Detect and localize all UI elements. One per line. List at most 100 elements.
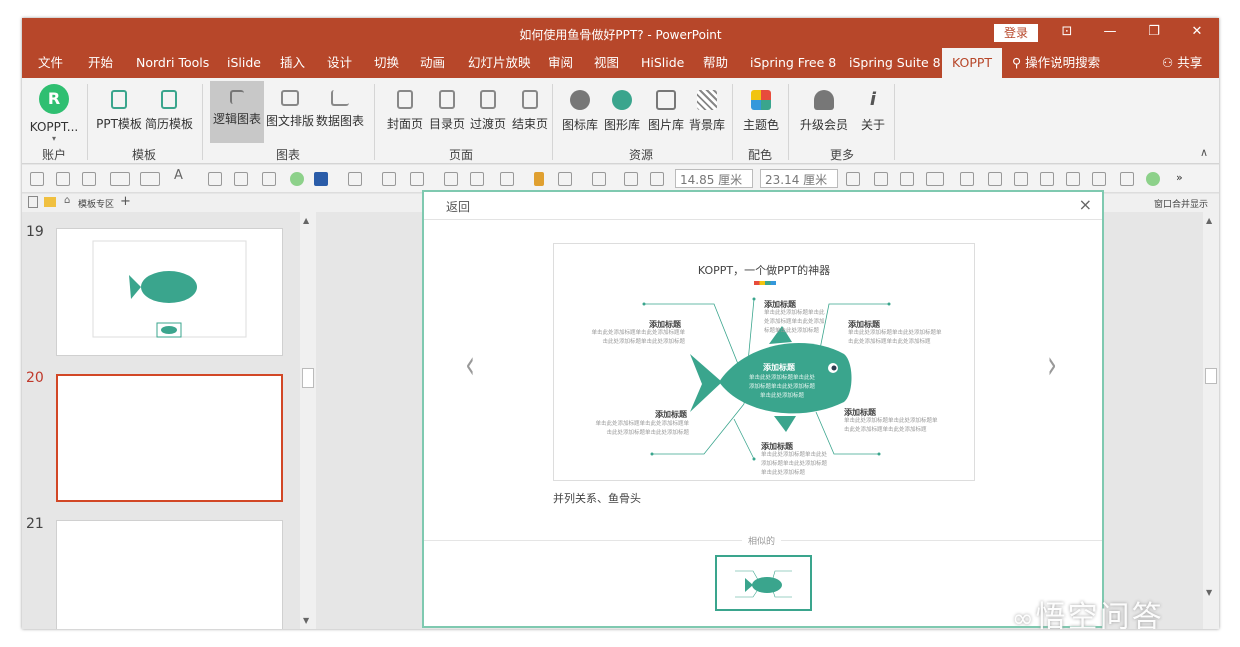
scroll-up-icon[interactable]: ▲ [303, 216, 309, 225]
shape-library-button[interactable]: 图形库 [597, 84, 647, 133]
more-tools-icon[interactable]: » [1176, 171, 1190, 185]
tool-icon[interactable] [140, 172, 160, 186]
tool-icon[interactable] [650, 172, 664, 186]
end-page-button[interactable]: 结束页 [505, 84, 555, 132]
minimize-icon[interactable]: — [1100, 24, 1120, 39]
scroll-up-icon[interactable]: ▲ [1206, 216, 1212, 225]
tool-icon[interactable] [960, 172, 974, 186]
template-zone-tab[interactable]: 模板专区 [78, 197, 114, 210]
tab-ispring-suite[interactable]: iSpring Suite 8 [849, 48, 941, 78]
scroll-thumb[interactable] [1205, 368, 1217, 384]
tool-icon[interactable] [558, 172, 572, 186]
add-tab-icon[interactable]: + [120, 194, 131, 209]
scroll-down-icon[interactable]: ▼ [1206, 588, 1212, 597]
ppt-template-button[interactable]: PPT模板 [94, 84, 144, 132]
tool-icon[interactable] [1092, 172, 1106, 186]
member-icon [814, 90, 834, 110]
tab-file[interactable]: 文件 [38, 48, 63, 78]
tool-icon[interactable] [846, 172, 860, 186]
tool-icon[interactable] [30, 172, 44, 186]
tool-icon[interactable] [500, 172, 514, 186]
tool-icon[interactable] [1014, 172, 1028, 186]
close-dialog-icon[interactable]: × [1079, 195, 1092, 214]
home-icon[interactable]: ⌂ [64, 195, 70, 206]
shape-height-input[interactable]: 23.14 厘米 [760, 169, 838, 188]
tool-icon[interactable] [926, 172, 944, 186]
tool-icon[interactable] [82, 172, 96, 186]
tool-icon[interactable] [208, 172, 222, 186]
logic-chart-button[interactable]: 逻辑图表 [210, 81, 264, 143]
next-icon[interactable]: › [1047, 342, 1057, 388]
folder-icon[interactable] [44, 197, 56, 207]
tool-icon[interactable] [988, 172, 1002, 186]
fill-color-icon[interactable] [314, 172, 328, 186]
scroll-thumb[interactable] [302, 368, 314, 388]
circle-icon[interactable] [1146, 172, 1160, 186]
tool-icon[interactable] [1066, 172, 1080, 186]
tell-me-search[interactable]: ⚲ 操作说明搜索 [1012, 48, 1100, 78]
tool-icon[interactable] [1040, 172, 1054, 186]
shape-width-input[interactable]: 14.85 厘米 [675, 169, 753, 188]
background-library-button[interactable]: 背景库 [682, 84, 732, 133]
tool-icon[interactable] [444, 172, 458, 186]
tab-review[interactable]: 审阅 [548, 48, 573, 78]
ribbon-display-icon[interactable]: ⊡ [1057, 24, 1077, 39]
login-button[interactable]: 登录 [994, 24, 1038, 42]
tool-icon[interactable] [410, 172, 424, 186]
tab-nordri-tools[interactable]: Nordri Tools [136, 48, 209, 78]
thumbnail-scrollbar[interactable]: ▲ ▼ [300, 212, 316, 629]
tab-slideshow[interactable]: 幻灯片放映 [468, 48, 531, 78]
similar-template-thumbnail[interactable] [715, 555, 812, 611]
tab-koppt[interactable]: KOPPT [942, 48, 1003, 78]
tool-icon[interactable] [110, 172, 130, 186]
tool-icon[interactable] [234, 172, 248, 186]
template-preview-card[interactable]: KOPPT，一个做PPT的神器 添加标题 单击此处添加标题单击此处添加标题单击此… [553, 243, 975, 481]
tool-icon[interactable] [624, 172, 638, 186]
share-button[interactable]: ⚇ 共享 [1162, 48, 1202, 78]
slide-thumbnail-20[interactable] [56, 374, 283, 502]
image-layout-label: 图文排版 [265, 114, 314, 128]
slide-thumbnail-19[interactable] [56, 228, 283, 356]
tool-icon[interactable] [56, 172, 70, 186]
scroll-down-icon[interactable]: ▼ [303, 616, 309, 625]
circle-icon[interactable] [290, 172, 304, 186]
editor-scrollbar[interactable]: ▲ ▼ [1203, 212, 1219, 629]
theme-color-button[interactable]: 主题色 [736, 84, 786, 133]
image-layout-button[interactable]: 图文排版 [265, 84, 315, 129]
tool-icon[interactable] [1120, 172, 1134, 186]
ribbon-separator [552, 84, 553, 160]
tab-insert[interactable]: 插入 [280, 48, 305, 78]
koppt-account-button[interactable]: R KOPPT... ▾ [28, 84, 80, 143]
upgrade-member-button[interactable]: 升级会员 [796, 84, 852, 133]
tab-view[interactable]: 视图 [594, 48, 619, 78]
tool-icon[interactable] [874, 172, 888, 186]
tab-help[interactable]: 帮助 [703, 48, 728, 78]
slide-thumbnail-21[interactable] [56, 520, 283, 629]
close-icon[interactable]: ✕ [1187, 24, 1207, 39]
tab-transitions[interactable]: 切换 [374, 48, 399, 78]
tool-icon[interactable] [348, 172, 362, 186]
tab-islide[interactable]: iSlide [227, 48, 261, 78]
new-file-icon[interactable] [28, 196, 38, 208]
about-button[interactable]: i 关于 [848, 84, 898, 133]
collapse-ribbon-icon[interactable]: ∧ [1200, 146, 1208, 159]
back-button[interactable]: 返回 [446, 198, 470, 215]
tab-home[interactable]: 开始 [88, 48, 113, 78]
tool-icon[interactable] [262, 172, 276, 186]
tab-ispring-free[interactable]: iSpring Free 8 [750, 48, 836, 78]
tool-icon[interactable] [592, 172, 606, 186]
tool-icon[interactable] [900, 172, 914, 186]
data-chart-button[interactable]: 数据图表 [315, 84, 365, 129]
tab-hislide[interactable]: HiSlide [641, 48, 684, 78]
resume-template-button[interactable]: 简历模板 [144, 84, 194, 132]
merge-window-toggle[interactable]: 窗口合并显示 [1154, 197, 1208, 210]
tool-icon[interactable] [470, 172, 484, 186]
tab-design[interactable]: 设计 [327, 48, 352, 78]
restore-icon[interactable]: ❐ [1144, 24, 1164, 39]
font-icon[interactable]: A [174, 168, 188, 183]
chart-icon[interactable] [534, 172, 544, 186]
tool-icon[interactable] [382, 172, 396, 186]
slide-number-active: 20 [26, 370, 44, 386]
previous-icon[interactable]: ‹ [465, 342, 475, 388]
tab-animations[interactable]: 动画 [420, 48, 445, 78]
